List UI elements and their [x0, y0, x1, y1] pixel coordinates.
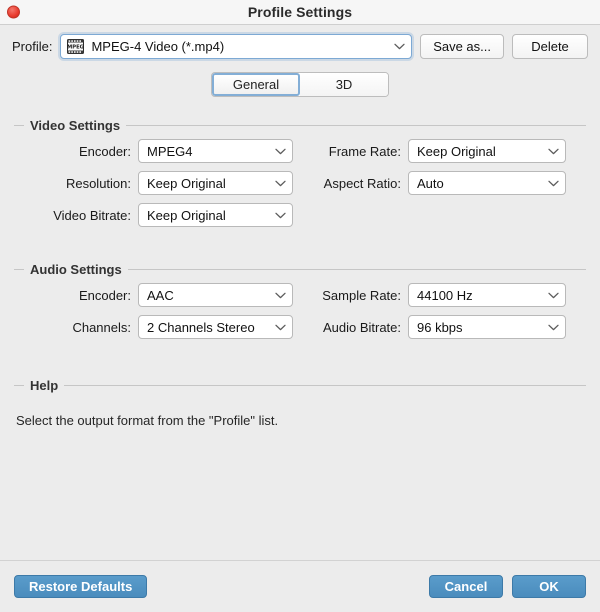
audio-row-2: Channels: 2 Channels Stereo Audio Bitrat… — [14, 315, 586, 339]
audio-settings-group: Audio Settings Encoder: AAC Sample Rate:… — [14, 261, 586, 339]
cancel-button[interactable]: Cancel — [429, 575, 503, 598]
help-header: Help — [14, 377, 586, 393]
help-text: Select the output format from the "Profi… — [16, 413, 279, 428]
sample-rate-value: 44100 Hz — [417, 287, 473, 303]
chevron-down-icon — [548, 180, 559, 186]
delete-button[interactable]: Delete — [512, 34, 588, 59]
sample-rate-select[interactable]: 44100 Hz — [408, 283, 566, 307]
audio-bitrate-label: Audio Bitrate: — [322, 319, 401, 335]
field-sample-rate: Sample Rate: 44100 Hz — [302, 283, 586, 307]
profile-select[interactable]: MPEG MPEG-4 Video (*.mp4) — [60, 34, 413, 59]
field-resolution: Resolution: Keep Original — [14, 171, 302, 195]
chevron-down-icon — [548, 292, 559, 298]
field-channels: Channels: 2 Channels Stereo — [14, 315, 302, 339]
frame-rate-value: Keep Original — [417, 143, 496, 159]
svg-text:MPEG: MPEG — [68, 45, 85, 51]
video-row-1: Encoder: MPEG4 Frame Rate: Keep Original — [14, 139, 586, 163]
field-video-encoder: Encoder: MPEG4 — [14, 139, 302, 163]
restore-defaults-button[interactable]: Restore Defaults — [14, 575, 148, 598]
ok-button[interactable]: OK — [512, 575, 586, 598]
audio-row-1: Encoder: AAC Sample Rate: 44100 Hz — [14, 283, 586, 307]
help-group: Help Select the output format from the "… — [14, 377, 586, 429]
video-settings-title: Video Settings — [30, 117, 121, 133]
frame-rate-label: Frame Rate: — [328, 143, 401, 159]
video-settings-group: Video Settings Encoder: MPEG4 Frame Rate… — [14, 117, 586, 227]
dialog-footer: Restore Defaults Cancel OK — [0, 560, 600, 612]
video-bitrate-select[interactable]: Keep Original — [138, 203, 293, 227]
profile-value: MPEG-4 Video (*.mp4) — [91, 39, 225, 54]
mpeg-film-icon: MPEG — [67, 39, 85, 54]
aspect-ratio-select[interactable]: Auto — [408, 171, 566, 195]
video-encoder-select[interactable]: MPEG4 — [138, 139, 293, 163]
chevron-down-icon — [275, 180, 286, 186]
audio-settings-header: Audio Settings — [14, 261, 586, 277]
video-bitrate-label: Video Bitrate: — [53, 207, 131, 223]
tab-3d[interactable]: 3D — [300, 73, 388, 96]
video-row-2: Resolution: Keep Original Aspect Ratio: … — [14, 171, 586, 195]
video-encoder-value: MPEG4 — [147, 143, 193, 159]
video-encoder-label: Encoder: — [78, 143, 131, 159]
chevron-down-icon — [275, 292, 286, 298]
section-spacer-2 — [0, 347, 600, 377]
video-row-3: Video Bitrate: Keep Original — [14, 203, 586, 227]
field-aspect-ratio: Aspect Ratio: Auto — [302, 171, 586, 195]
chevron-down-icon — [548, 324, 559, 330]
resolution-label: Resolution: — [65, 175, 131, 191]
profile-row: Profile: MPEG MPEG-4 Video (*.mp4) Save … — [0, 25, 600, 59]
window-titlebar: Profile Settings — [0, 0, 600, 25]
chevron-down-icon — [275, 148, 286, 154]
aspect-ratio-label: Aspect Ratio: — [323, 175, 401, 191]
resolution-select[interactable]: Keep Original — [138, 171, 293, 195]
resolution-value: Keep Original — [147, 175, 226, 191]
chevron-down-icon — [394, 43, 405, 50]
channels-select[interactable]: 2 Channels Stereo — [138, 315, 293, 339]
tab-bar: General 3D — [0, 72, 600, 97]
frame-rate-select[interactable]: Keep Original — [408, 139, 566, 163]
chevron-down-icon — [548, 148, 559, 154]
chevron-down-icon — [275, 212, 286, 218]
field-audio-bitrate: Audio Bitrate: 96 kbps — [302, 315, 586, 339]
audio-bitrate-value: 96 kbps — [417, 319, 463, 335]
chevron-down-icon — [275, 324, 286, 330]
sample-rate-label: Sample Rate: — [322, 287, 401, 303]
video-settings-header: Video Settings — [14, 117, 586, 133]
audio-bitrate-select[interactable]: 96 kbps — [408, 315, 566, 339]
audio-encoder-select[interactable]: AAC — [138, 283, 293, 307]
audio-encoder-label: Encoder: — [78, 287, 131, 303]
field-frame-rate: Frame Rate: Keep Original — [302, 139, 586, 163]
field-video-bitrate: Video Bitrate: Keep Original — [14, 203, 302, 227]
page-title: Profile Settings — [247, 4, 353, 20]
audio-encoder-value: AAC — [147, 287, 174, 303]
channels-value: 2 Channels Stereo — [147, 319, 255, 335]
save-as-button[interactable]: Save as... — [420, 34, 504, 59]
help-title: Help — [30, 377, 59, 393]
video-bitrate-value: Keep Original — [147, 207, 226, 223]
profile-label: Profile: — [12, 39, 53, 54]
aspect-ratio-value: Auto — [417, 175, 444, 191]
tab-general[interactable]: General — [212, 73, 300, 96]
field-audio-encoder: Encoder: AAC — [14, 283, 302, 307]
close-icon[interactable] — [7, 5, 20, 19]
channels-label: Channels: — [72, 319, 131, 335]
audio-settings-title: Audio Settings — [30, 261, 122, 277]
